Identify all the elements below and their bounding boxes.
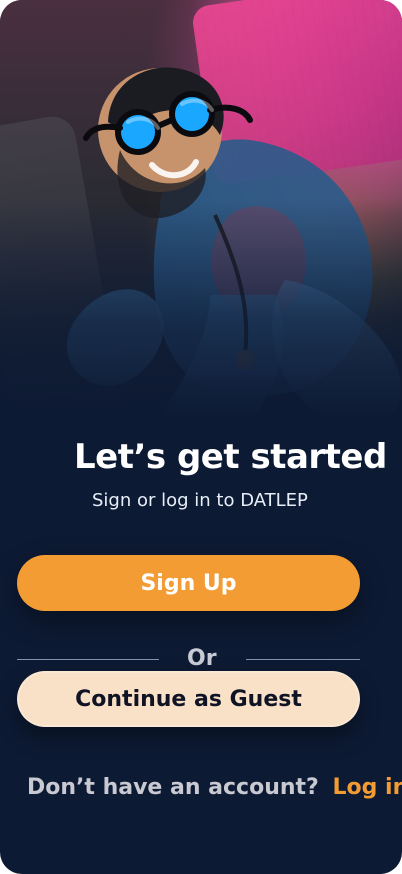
divider-line-left <box>17 659 159 660</box>
or-divider: Or <box>17 646 360 674</box>
sign-up-button[interactable]: Sign Up <box>17 555 360 611</box>
signup-screen: Let’s get started Sign or log in to DATL… <box>0 0 402 874</box>
login-link[interactable]: Log in <box>332 775 402 800</box>
page-subtitle: Sign or log in to DATLEP <box>92 490 308 511</box>
divider-text: Or <box>187 646 217 671</box>
page-title: Let’s get started <box>74 437 387 477</box>
divider-line-right <box>246 659 360 660</box>
content-layer: Let’s get started Sign or log in to DATL… <box>0 0 402 874</box>
login-footer: Don’t have an account? Log in <box>27 775 402 800</box>
continue-as-guest-button[interactable]: Continue as Guest <box>17 671 360 727</box>
login-prompt: Don’t have an account? <box>27 775 319 800</box>
